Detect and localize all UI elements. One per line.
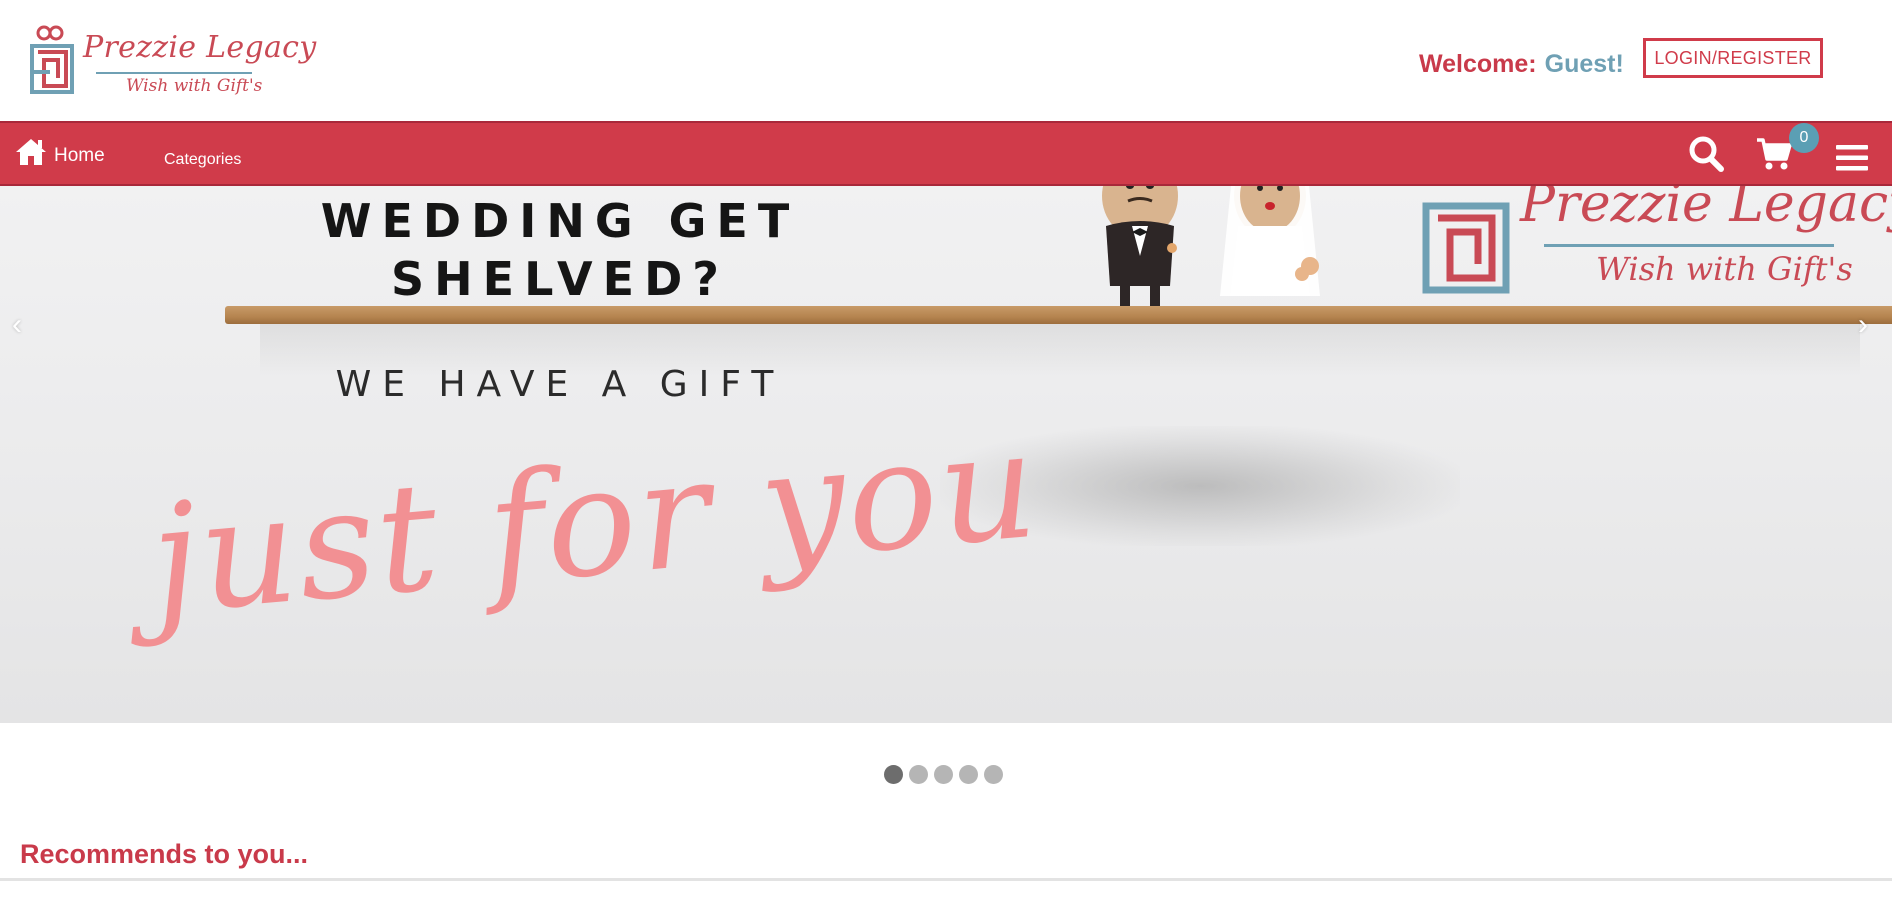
site-logo[interactable]: Prezzie Legacy Wish with Gift's	[28, 24, 316, 104]
hero-carousel: WEDDING GET SHELVED? Prezzie Legacy Wish…	[0, 186, 1892, 723]
carousel-indicators	[884, 765, 1003, 784]
logo-divider	[96, 72, 252, 74]
wooden-shelf	[225, 306, 1892, 324]
cart-icon	[1757, 138, 1792, 170]
banner-logo-divider	[1544, 244, 1834, 247]
nav-home-label: Home	[54, 145, 105, 166]
cart-button[interactable]	[1756, 137, 1792, 176]
carousel-next-button[interactable]: ›	[1858, 308, 1868, 342]
carousel-dot-2[interactable]	[909, 765, 928, 784]
logo-gift-icon	[30, 25, 74, 94]
recommendations-title: Recommends to you...	[20, 839, 309, 869]
nav-home-link[interactable]: Home	[14, 137, 105, 167]
carousel-dot-3[interactable]	[934, 765, 953, 784]
banner-logo: Prezzie Legacy Wish with Gift's	[1420, 186, 1892, 296]
home-icon	[16, 139, 46, 165]
main-navbar: Home Categories 0	[0, 121, 1892, 186]
carousel-dot-1[interactable]	[884, 765, 903, 784]
login-register-button[interactable]: LOGIN/REGISTER	[1643, 38, 1823, 78]
carousel-dot-4[interactable]	[959, 765, 978, 784]
banner-logo-mark-icon	[1422, 202, 1510, 294]
site-header: Prezzie Legacy Wish with Gift's Welcome:…	[0, 0, 1892, 121]
banner-headline-line2: SHELVED?	[391, 252, 729, 306]
hamburger-menu-button[interactable]	[1836, 143, 1868, 178]
banner-script-text: just for you	[144, 397, 1045, 649]
banner-headline: WEDDING GET SHELVED?	[230, 192, 890, 308]
carousel-dot-5[interactable]	[984, 765, 1003, 784]
banner-logo-title: Prezzie Legacy	[1520, 186, 1892, 234]
cart-count-badge: 0	[1789, 123, 1819, 153]
search-icon	[1689, 136, 1724, 172]
banner-headline-line1: WEDDING GET	[320, 194, 800, 248]
welcome-message: Welcome: Guest!	[1419, 50, 1624, 79]
section-divider	[0, 878, 1892, 881]
search-button[interactable]	[1688, 135, 1724, 178]
nav-categories-link[interactable]: Categories	[164, 151, 241, 169]
menu-icon	[1836, 145, 1868, 171]
banner-logo-tagline: Wish with Gift's	[1596, 250, 1853, 288]
logo-title: Prezzie Legacy	[83, 30, 317, 65]
banner-subline: WE HAVE A GIFT	[335, 364, 785, 405]
logo-tagline: Wish with Gift's	[126, 76, 263, 96]
carousel-prev-button[interactable]: ‹	[12, 308, 22, 342]
welcome-label: Welcome:	[1419, 50, 1537, 78]
couple-figurines-image	[1102, 186, 1320, 312]
welcome-user: Guest!	[1544, 50, 1624, 78]
